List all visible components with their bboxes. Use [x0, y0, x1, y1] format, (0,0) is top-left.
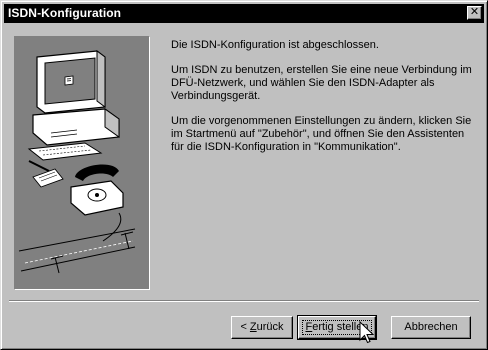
close-button[interactable]: ✕: [467, 6, 482, 20]
usage-instructions: Um ISDN zu benutzen, erstellen Sie eine …: [171, 64, 472, 102]
dialog-window: ISDN-Konfiguration ✕ Die ISDN-Konfigurat…: [0, 0, 488, 350]
back-button[interactable]: < Zurück: [231, 316, 293, 339]
back-button-label: < Zurück: [240, 321, 284, 333]
cancel-button[interactable]: Abbrechen: [391, 316, 471, 339]
completion-message: Die ISDN-Konfiguration ist abgeschlossen…: [171, 39, 379, 51]
mouse-cursor-icon: [359, 321, 375, 344]
close-icon: ✕: [469, 6, 480, 18]
cancel-button-label: Abbrechen: [404, 321, 458, 333]
button-divider: [9, 300, 479, 302]
change-settings-instructions: Um die vorgenommenen Einstellungen zu än…: [171, 115, 472, 153]
window-title: ISDN-Konfiguration: [8, 6, 122, 20]
title-bar[interactable]: ISDN-Konfiguration ✕: [4, 4, 484, 23]
info-text: Die ISDN-Konfiguration ist abgeschlossen…: [171, 39, 477, 166]
computer-phone-network-illustration-icon: [18, 50, 136, 274]
wizard-illustration: [14, 36, 150, 290]
